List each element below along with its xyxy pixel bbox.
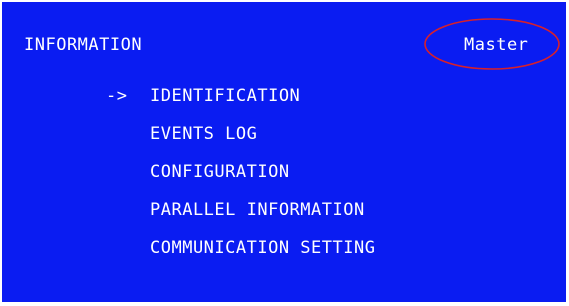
lcd-screen: INFORMATION Master -> IDENTIFICATION EVE…	[2, 2, 566, 302]
menu-item-label: PARALLEL INFORMATION	[150, 200, 365, 220]
menu-item-label: COMMUNICATION SETTING	[150, 238, 376, 258]
information-menu: -> IDENTIFICATION EVENTS LOG CONFIGURATI…	[106, 86, 375, 276]
menu-item-label: EVENTS LOG	[150, 124, 258, 144]
menu-item-events-log[interactable]: EVENTS LOG	[106, 124, 375, 162]
display-frame: INFORMATION Master -> IDENTIFICATION EVE…	[0, 0, 569, 306]
menu-item-label: CONFIGURATION	[150, 162, 290, 182]
menu-item-parallel-information[interactable]: PARALLEL INFORMATION	[106, 200, 375, 238]
page-title: INFORMATION	[24, 35, 143, 55]
menu-item-identification[interactable]: -> IDENTIFICATION	[106, 86, 375, 124]
selection-cursor: ->	[106, 86, 128, 106]
mode-label: Master	[464, 35, 529, 55]
menu-item-label: IDENTIFICATION	[150, 86, 301, 106]
menu-item-configuration[interactable]: CONFIGURATION	[106, 162, 375, 200]
menu-item-communication-setting[interactable]: COMMUNICATION SETTING	[106, 238, 375, 276]
